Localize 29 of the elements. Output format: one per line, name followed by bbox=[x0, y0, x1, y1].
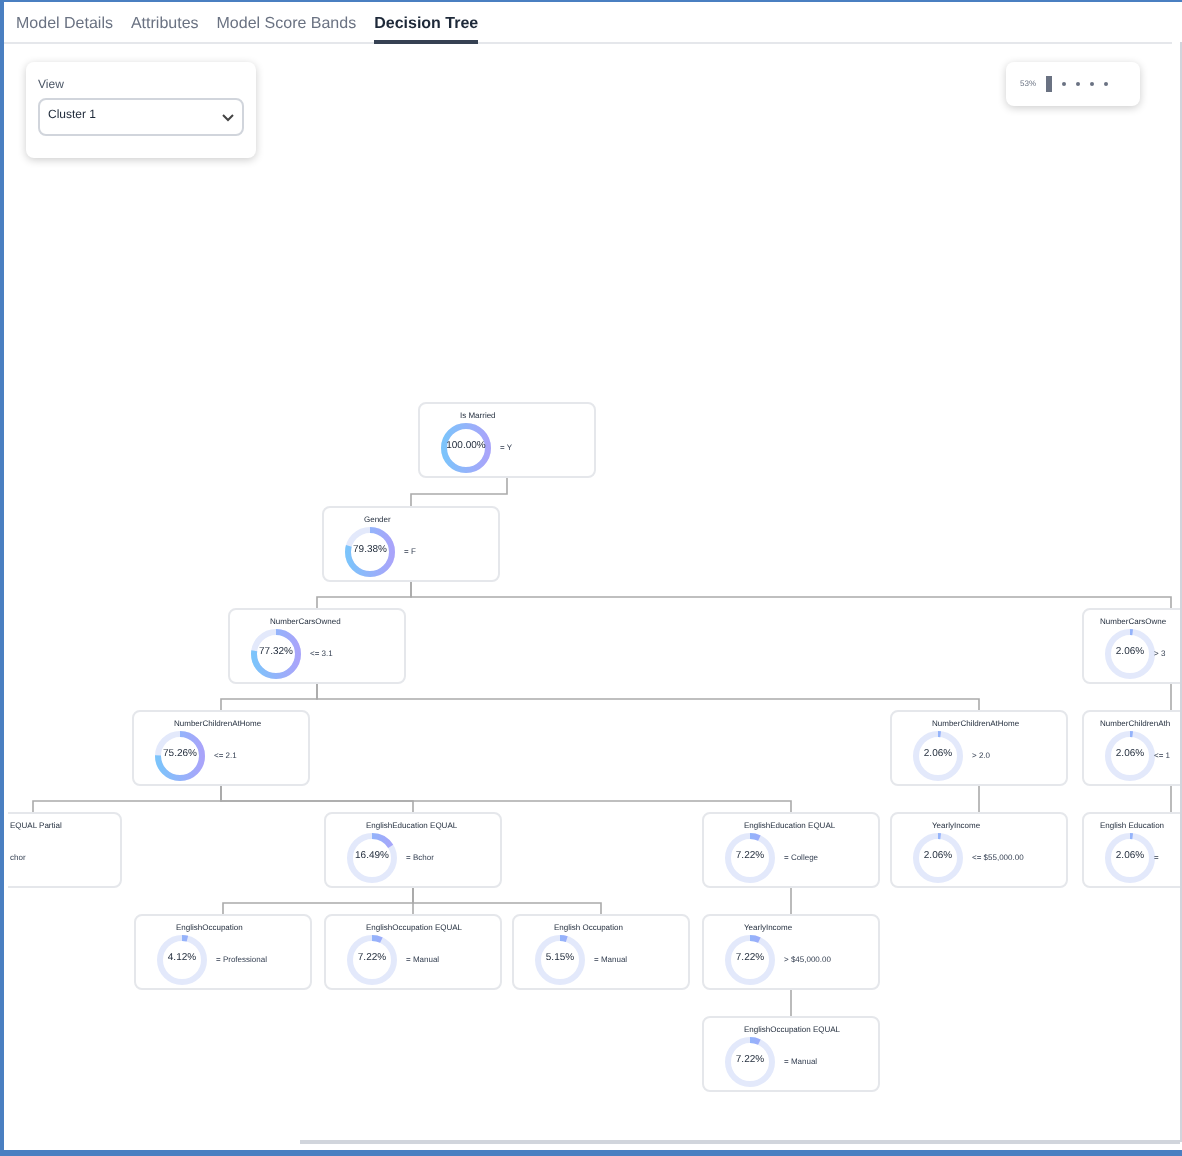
tab[interactable]: Model Details bbox=[16, 12, 113, 44]
donut-meter bbox=[724, 934, 776, 986]
donut-meter bbox=[346, 832, 398, 884]
tab[interactable]: Attributes bbox=[130, 12, 199, 44]
connector-line bbox=[790, 989, 792, 1017]
donut-meter bbox=[724, 832, 776, 884]
connector-line bbox=[978, 785, 980, 813]
donut-meter bbox=[912, 730, 964, 782]
donut-meter bbox=[344, 526, 396, 578]
donut-meter bbox=[440, 422, 492, 474]
connector-line bbox=[1170, 683, 1172, 711]
chevron-down-icon bbox=[222, 113, 234, 121]
donut-meter bbox=[1104, 628, 1156, 680]
donut-meter bbox=[250, 628, 302, 680]
tab[interactable]: Decision Tree bbox=[374, 12, 479, 44]
zoom-handle[interactable] bbox=[1046, 76, 1053, 92]
connector-line bbox=[410, 477, 508, 507]
donut-meter bbox=[724, 1036, 776, 1088]
donut-meter bbox=[154, 730, 206, 782]
donut-meter bbox=[912, 832, 964, 884]
donut-meter bbox=[156, 934, 208, 986]
connector-line bbox=[1170, 785, 1172, 813]
horizontal-scrollbar[interactable] bbox=[300, 1140, 1180, 1144]
tab[interactable]: Model Score Bands bbox=[216, 12, 357, 44]
donut-meter bbox=[1104, 730, 1156, 782]
donut-meter bbox=[1104, 832, 1156, 884]
donut-meter bbox=[346, 934, 398, 986]
donut-meter bbox=[534, 934, 586, 986]
connector-line bbox=[790, 887, 792, 915]
